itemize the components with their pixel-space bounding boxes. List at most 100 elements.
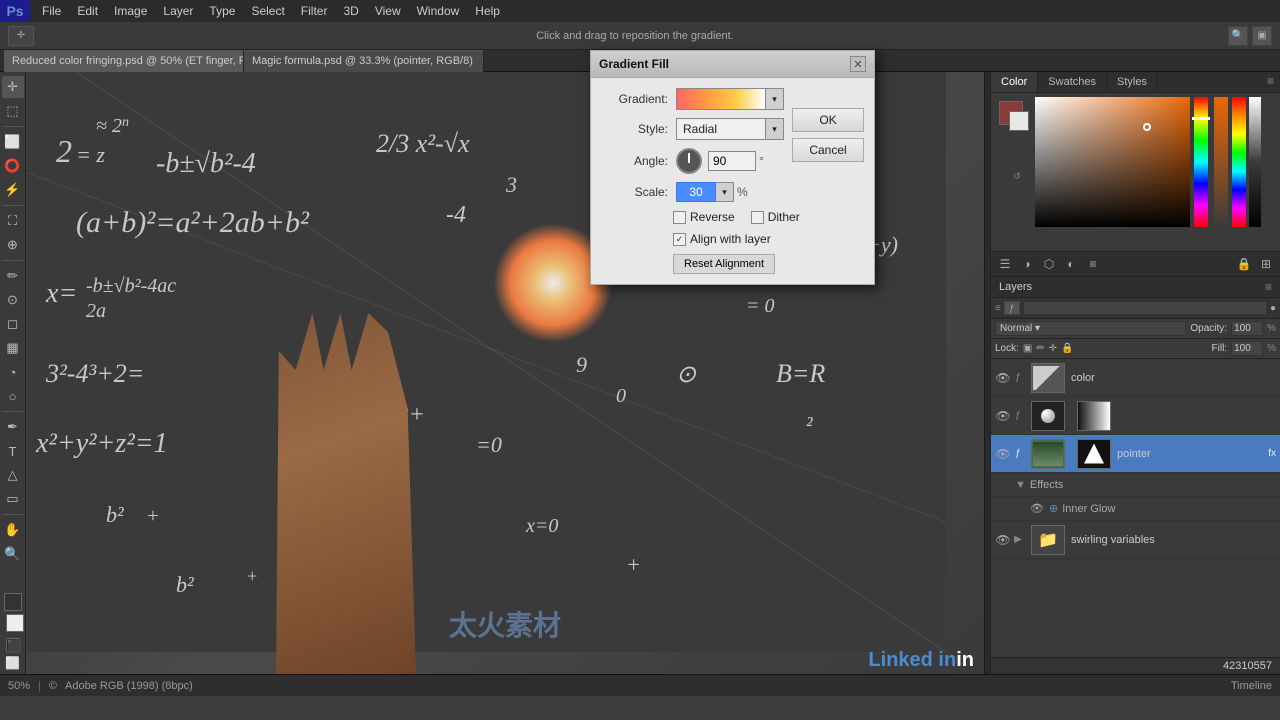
dither-checkbox-item[interactable]: Dither: [751, 210, 800, 224]
eye-icon-adjustment[interactable]: 👁: [995, 409, 1011, 423]
dialog-close-button[interactable]: ✕: [850, 56, 866, 72]
tool-blur[interactable]: ◔: [2, 361, 24, 383]
background-color-indicator[interactable]: [1009, 111, 1029, 131]
menu-image[interactable]: Image: [106, 2, 155, 20]
menu-help[interactable]: Help: [467, 2, 508, 20]
background-color-swatch[interactable]: [6, 614, 24, 632]
tool-lasso[interactable]: ⭕: [2, 155, 24, 177]
tool-brush[interactable]: ✏: [2, 265, 24, 287]
cancel-button[interactable]: Cancel: [792, 138, 864, 162]
scale-input[interactable]: [676, 182, 716, 202]
layer-blend-mode[interactable]: Normal ▾: [995, 321, 1186, 336]
dither-checkbox[interactable]: [751, 211, 764, 224]
tool-path[interactable]: △: [2, 464, 24, 486]
panel-menu-btn[interactable]: ≡: [1261, 72, 1280, 92]
layer-row-swirling[interactable]: 👁 ▶ 📁 swirling variables: [991, 521, 1280, 559]
tab-close-2[interactable]: ✕: [481, 56, 484, 67]
menu-window[interactable]: Window: [409, 2, 468, 20]
scale-dropdown[interactable]: ▾: [716, 182, 734, 202]
menu-view[interactable]: View: [367, 2, 409, 20]
panel-lock-icon[interactable]: 🔒: [1234, 254, 1254, 274]
tool-shape[interactable]: ▭: [2, 488, 24, 510]
paths-icon[interactable]: ⬡: [1039, 254, 1059, 274]
tool-eyedropper[interactable]: ⊕: [2, 234, 24, 256]
tool-dodge[interactable]: ○: [2, 385, 24, 407]
layer-filter-input[interactable]: [1023, 301, 1267, 315]
hue-slider[interactable]: [1194, 97, 1208, 227]
color-picker-dot[interactable]: [1143, 123, 1151, 131]
lock-transparent-btn[interactable]: ▣: [1023, 343, 1032, 354]
menu-3d[interactable]: 3D: [335, 2, 366, 20]
layer-effects-row[interactable]: ▼ Effects: [991, 473, 1280, 497]
tool-gradient[interactable]: ▦: [2, 337, 24, 359]
filter-kind-btn[interactable]: ƒ: [1004, 301, 1020, 315]
tool-artboard[interactable]: ⬚: [2, 100, 24, 122]
tab-swatches[interactable]: Swatches: [1038, 72, 1107, 92]
properties-icon[interactable]: ≡: [1083, 254, 1103, 274]
opacity-input[interactable]: [1231, 321, 1263, 336]
tab-reduced-color[interactable]: Reduced color fringing.psd @ 50% (ET fin…: [4, 50, 244, 72]
layer-row-adjustment[interactable]: 👁 ƒ: [991, 397, 1280, 435]
channels-icon[interactable]: ◑: [1017, 254, 1037, 274]
eye-icon-inner-glow[interactable]: 👁: [1029, 502, 1045, 515]
align-checkbox-item[interactable]: Align with layer: [673, 232, 771, 246]
tool-move[interactable]: ✛: [2, 76, 24, 98]
menu-edit[interactable]: Edit: [69, 2, 106, 20]
color-strip[interactable]: [1232, 97, 1246, 227]
color-gradient-box[interactable]: [1035, 97, 1190, 227]
gradient-preview[interactable]: [676, 88, 766, 110]
reset-colors[interactable]: ↺: [999, 171, 1035, 182]
workspace-icon[interactable]: ▣: [1252, 26, 1272, 46]
reset-alignment-button[interactable]: Reset Alignment: [673, 254, 775, 274]
lock-position-btn[interactable]: ✛: [1049, 343, 1057, 354]
timeline-label[interactable]: Timeline: [1231, 680, 1272, 692]
lock-image-btn[interactable]: ✏: [1036, 343, 1044, 354]
ok-button[interactable]: OK: [792, 108, 864, 132]
layers-icon[interactable]: ☰: [995, 254, 1015, 274]
opacity-slider[interactable]: [1214, 97, 1228, 227]
tool-options-icon[interactable]: ✛: [8, 26, 34, 46]
tab-color[interactable]: Color: [991, 72, 1038, 92]
angle-input[interactable]: [708, 151, 756, 171]
style-select[interactable]: Radial: [676, 118, 766, 140]
tool-crop[interactable]: ⛶: [2, 210, 24, 232]
tool-hand[interactable]: ✋: [2, 519, 24, 541]
layers-menu-btn[interactable]: ≡: [1265, 280, 1272, 294]
menu-type[interactable]: Type: [201, 2, 243, 20]
lock-all-btn[interactable]: 🔒: [1061, 343, 1073, 354]
menu-select[interactable]: Select: [243, 2, 292, 20]
eye-icon-pointer[interactable]: 👁: [995, 447, 1011, 461]
layer-row-color[interactable]: 👁 ƒ color: [991, 359, 1280, 397]
eye-icon-color[interactable]: 👁: [995, 371, 1011, 385]
tool-eraser[interactable]: ◻: [2, 313, 24, 335]
quick-mask-icon[interactable]: ⬛: [6, 638, 20, 652]
reverse-checkbox-item[interactable]: Reverse: [673, 210, 735, 224]
menu-file[interactable]: File: [34, 2, 69, 20]
effects-arrow[interactable]: ▼: [1015, 479, 1026, 491]
tool-clone[interactable]: ⊙: [2, 289, 24, 311]
layer-row-pointer[interactable]: 👁 ƒ pointer fx: [991, 435, 1280, 473]
tab-styles[interactable]: Styles: [1107, 72, 1158, 92]
dialog-titlebar[interactable]: Gradient Fill ✕: [591, 51, 874, 78]
tool-pen[interactable]: ✒: [2, 416, 24, 438]
search-icon[interactable]: 🔍: [1228, 26, 1248, 46]
screen-mode-icon[interactable]: ⬜: [5, 656, 21, 670]
style-select-arrow[interactable]: ▾: [766, 118, 784, 140]
gradient-dropdown-btn[interactable]: ▾: [766, 88, 784, 110]
reverse-checkbox[interactable]: [673, 211, 686, 224]
eye-icon-swirling[interactable]: 👁: [995, 533, 1011, 547]
angle-dial[interactable]: [676, 148, 702, 174]
adjustments-icon[interactable]: ◐: [1061, 254, 1081, 274]
expand-swirling[interactable]: ▶: [1011, 534, 1025, 545]
tool-magic-wand[interactable]: ⚡: [2, 179, 24, 201]
tool-text[interactable]: T: [2, 440, 24, 462]
menu-layer[interactable]: Layer: [155, 2, 201, 20]
layer-inner-glow-row[interactable]: 👁 ⊕ Inner Glow: [991, 497, 1280, 521]
foreground-color-swatch[interactable]: [4, 593, 22, 611]
align-checkbox[interactable]: [673, 233, 686, 246]
filter-toggle[interactable]: ●: [1270, 303, 1276, 314]
panel-expand-icon[interactable]: ⊞: [1256, 254, 1276, 274]
menu-filter[interactable]: Filter: [293, 2, 336, 20]
tab-magic-formula[interactable]: Magic formula.psd @ 33.3% (pointer, RGB/…: [244, 50, 484, 72]
tool-marquee[interactable]: ⬜: [2, 131, 24, 153]
